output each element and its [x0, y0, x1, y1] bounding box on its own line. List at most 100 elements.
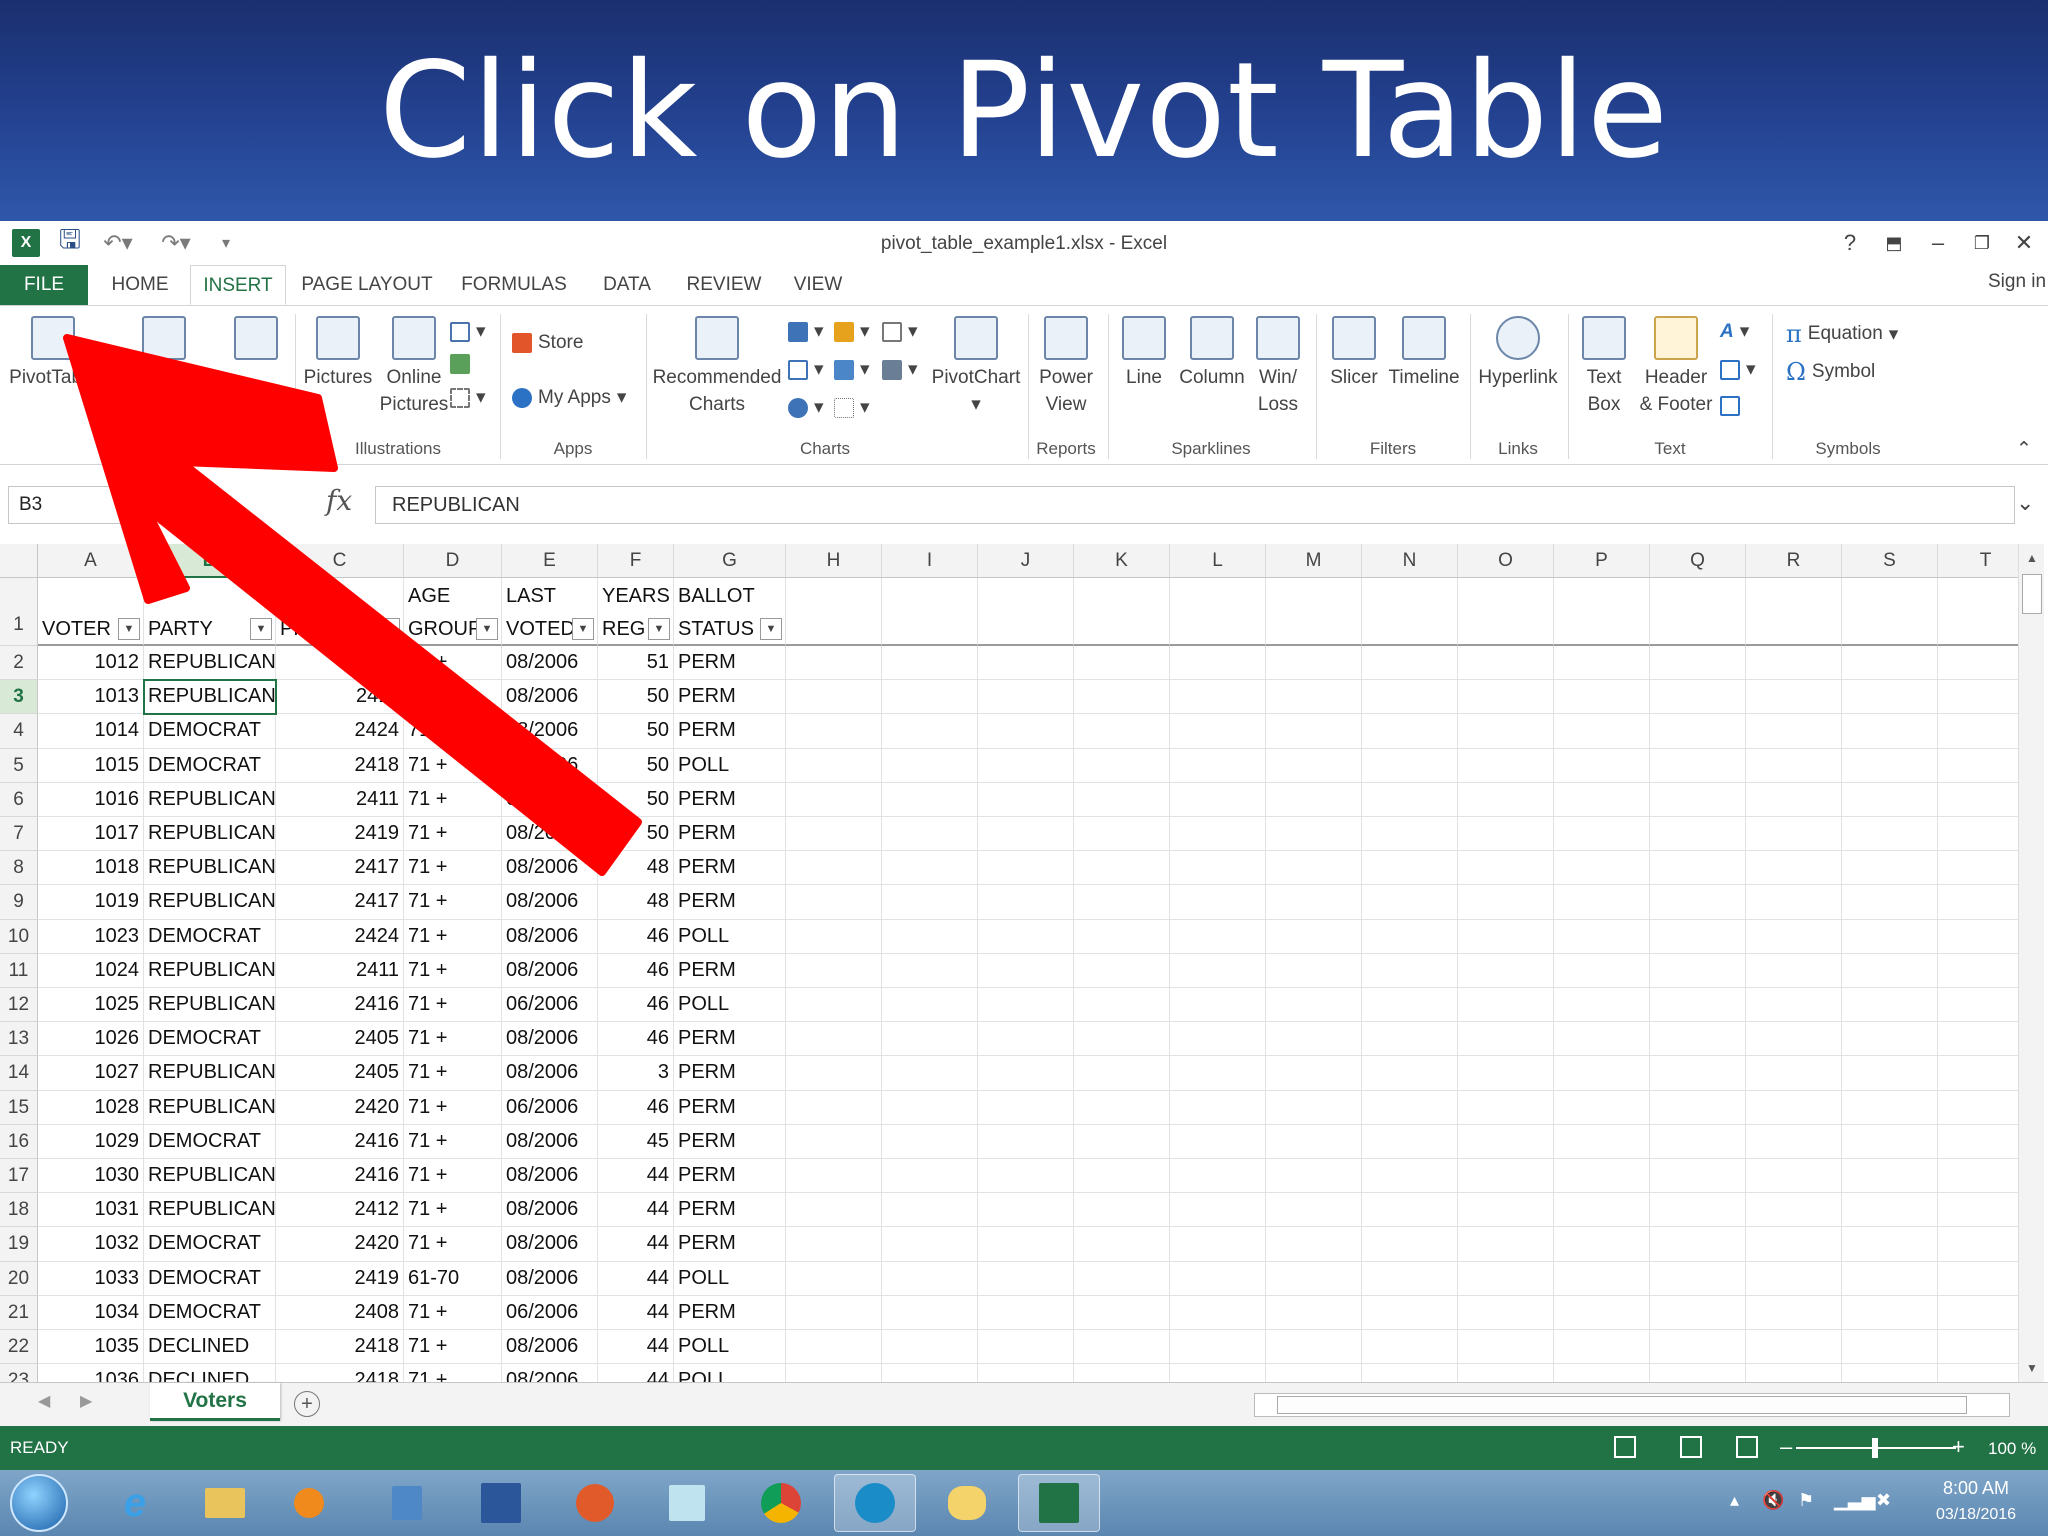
sparkline-win-loss-button[interactable]: Win/ Loss	[1252, 316, 1304, 418]
cell-status[interactable]: PERM	[674, 885, 786, 920]
cell-party[interactable]: REPUBLICAN	[144, 1090, 276, 1125]
sparkline-line-button[interactable]: Line	[1116, 316, 1172, 391]
cell-status[interactable]: POLL	[674, 1330, 786, 1365]
cell-empty[interactable]	[1170, 817, 1266, 852]
cell-empty[interactable]	[1650, 1295, 1746, 1330]
show-hidden-icons-icon[interactable]: ▴	[1730, 1490, 1739, 1511]
cell-empty[interactable]	[882, 680, 978, 715]
cell-empty[interactable]	[1458, 646, 1554, 681]
cell-empty[interactable]	[1554, 1295, 1650, 1330]
cell-age[interactable]: 71 +	[404, 1090, 502, 1125]
radar-chart-button[interactable]: ▾	[882, 320, 918, 343]
cell-empty[interactable]	[1458, 680, 1554, 715]
cell-precinct[interactable]: 2416	[276, 1159, 404, 1194]
cell-empty[interactable]	[1458, 851, 1554, 886]
cell-party[interactable]: REPUBLICAN	[144, 817, 276, 852]
cell-empty[interactable]	[1458, 817, 1554, 852]
cell-empty[interactable]	[1938, 988, 2018, 1023]
cell-age[interactable]: 71 +	[404, 1124, 502, 1159]
cell-empty[interactable]	[1554, 1330, 1650, 1365]
pictures-button[interactable]: Pictures	[303, 316, 373, 391]
cell-empty[interactable]	[882, 1364, 978, 1382]
cell-empty[interactable]	[1842, 714, 1938, 749]
cell-empty[interactable]	[1746, 885, 1842, 920]
cell-empty[interactable]	[1842, 646, 1938, 681]
cell-years[interactable]: 46	[598, 953, 674, 988]
cell-empty[interactable]	[1074, 919, 1170, 954]
cell-empty[interactable]	[1170, 988, 1266, 1023]
cell-empty[interactable]	[1938, 646, 2018, 681]
minimize-button[interactable]: –	[1920, 227, 1956, 259]
cell-empty[interactable]	[1266, 817, 1362, 852]
cell-empty[interactable]	[978, 817, 1074, 852]
cell-empty[interactable]	[978, 714, 1074, 749]
cell-empty[interactable]	[1554, 1261, 1650, 1296]
cell-empty[interactable]	[1746, 1364, 1842, 1382]
cell-status[interactable]: PERM	[674, 1056, 786, 1091]
cell-precinct[interactable]: 2412	[276, 1193, 404, 1228]
cell-empty[interactable]	[1362, 1124, 1458, 1159]
cell-empty[interactable]	[1074, 646, 1170, 681]
power-view-button[interactable]: Power View	[1034, 316, 1098, 418]
cell-empty[interactable]	[1842, 885, 1938, 920]
cell-empty[interactable]	[786, 1261, 882, 1296]
cell-age[interactable]: 71 +	[404, 1227, 502, 1262]
cell-precinct[interactable]: 2420	[276, 1090, 404, 1125]
cell-empty[interactable]	[1650, 1227, 1746, 1262]
row-header-15[interactable]: 15	[0, 1090, 38, 1125]
cell-empty[interactable]	[978, 1261, 1074, 1296]
cell-years[interactable]: 44	[598, 1364, 674, 1382]
cell-empty[interactable]	[1362, 1295, 1458, 1330]
column-header-f[interactable]: F	[598, 544, 674, 578]
cell-years[interactable]: 51	[598, 646, 674, 681]
formula-input[interactable]: REPUBLICAN	[375, 486, 2015, 524]
cell-voter[interactable]: 1029	[38, 1124, 144, 1159]
cell-empty[interactable]	[786, 680, 882, 715]
cell-empty[interactable]	[1842, 1022, 1938, 1057]
cell-empty[interactable]	[1938, 1056, 2018, 1091]
cell-empty[interactable]	[1842, 1227, 1938, 1262]
cell-age[interactable]: 71 +	[404, 1330, 502, 1365]
row-header-8[interactable]: 8	[0, 851, 38, 886]
cell-empty[interactable]	[1554, 1124, 1650, 1159]
action-center-icon[interactable]: ⚑	[1798, 1490, 1814, 1511]
cell-empty[interactable]	[1554, 714, 1650, 749]
cell-empty[interactable]	[1074, 1295, 1170, 1330]
my-apps-button[interactable]: My Apps ▾	[512, 386, 626, 409]
slicer-button[interactable]: Slicer	[1324, 316, 1384, 391]
cell-empty[interactable]	[1650, 885, 1746, 920]
cell-empty[interactable]	[1170, 1295, 1266, 1330]
cell-empty[interactable]	[1746, 680, 1842, 715]
row-header-1[interactable]: 1	[0, 578, 38, 646]
cell-empty[interactable]	[1746, 714, 1842, 749]
cell-voted[interactable]: 06/2006	[502, 1295, 598, 1330]
help-button[interactable]: ?	[1832, 227, 1868, 259]
cell-empty[interactable]	[1074, 1056, 1170, 1091]
cell-empty[interactable]	[786, 646, 882, 681]
cell-empty[interactable]	[1554, 1090, 1650, 1125]
cell-empty[interactable]	[1074, 782, 1170, 817]
cell-empty[interactable]	[882, 578, 978, 646]
row-header-9[interactable]: 9	[0, 885, 38, 920]
cell-age[interactable]: 71 +	[404, 988, 502, 1023]
recommended-charts-button[interactable]: Recommended Charts	[652, 316, 782, 418]
cell-empty[interactable]	[1842, 1124, 1938, 1159]
cell-empty[interactable]	[882, 1330, 978, 1365]
cell-empty[interactable]	[1458, 988, 1554, 1023]
scroll-up-icon[interactable]: ▲	[2019, 546, 2045, 570]
cell-party[interactable]: REPUBLICAN	[144, 953, 276, 988]
cell-empty[interactable]	[1938, 783, 2018, 817]
start-button[interactable]	[10, 1474, 68, 1532]
cell-empty[interactable]	[1746, 1056, 1842, 1091]
cell-empty[interactable]	[1842, 817, 1938, 852]
cell-empty[interactable]	[1074, 1090, 1170, 1125]
column-header-i[interactable]: I	[882, 544, 978, 578]
cell-years[interactable]: 44	[598, 1159, 674, 1194]
cell-empty[interactable]	[1938, 885, 2018, 920]
cell-status[interactable]: PERM	[674, 1295, 786, 1330]
smartart-button[interactable]	[450, 354, 470, 374]
cell-empty[interactable]	[1938, 817, 2018, 852]
cell-empty[interactable]	[1170, 646, 1266, 681]
cell-empty[interactable]	[1554, 1159, 1650, 1194]
cell-status[interactable]: PERM	[674, 1022, 786, 1057]
